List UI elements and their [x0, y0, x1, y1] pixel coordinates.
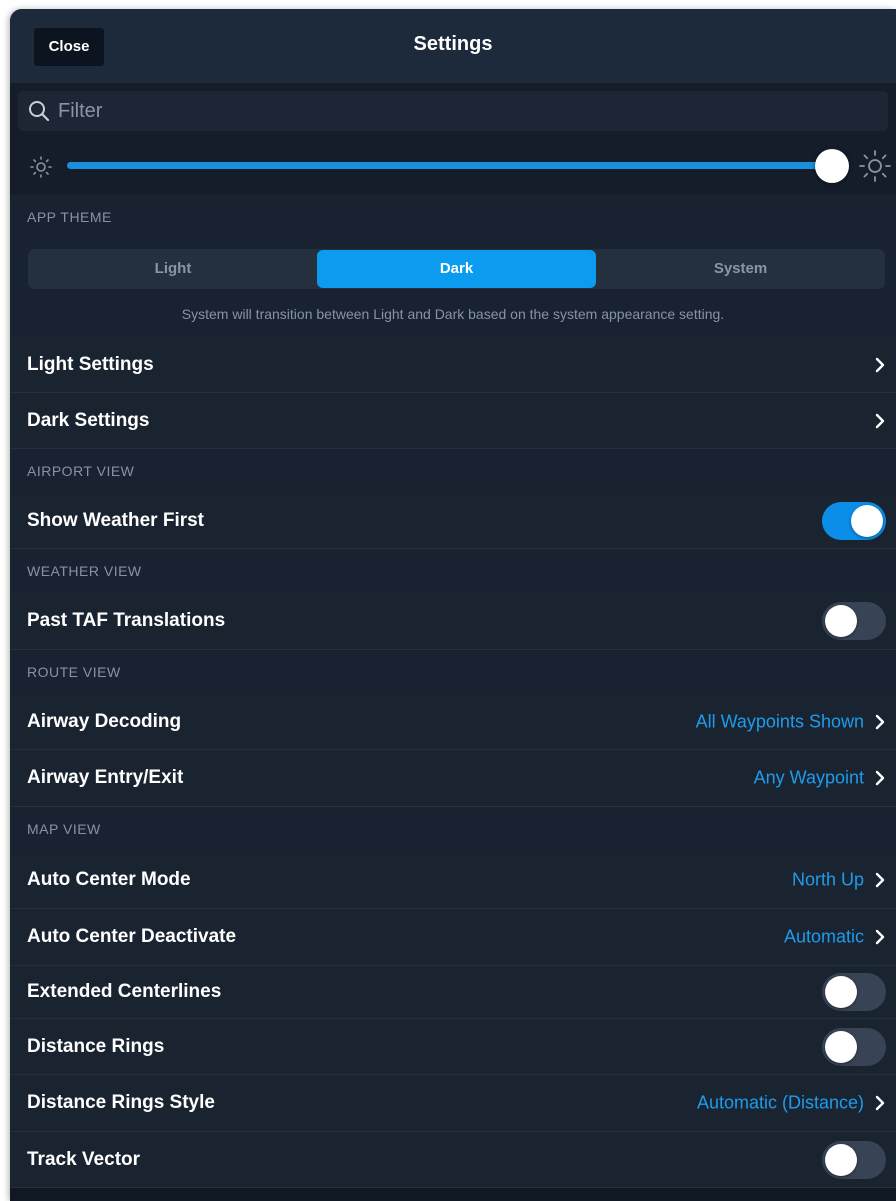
chevron-right-icon	[875, 714, 885, 729]
theme-segmented-control: Light Dark System	[28, 249, 885, 289]
settings-panel: Close Settings AP	[10, 9, 896, 1201]
row-past-taf-translations: Past TAF Translations	[10, 593, 896, 650]
theme-segment-area: Light Dark System	[10, 239, 896, 297]
row-value: All Waypoints Shown	[695, 711, 864, 731]
row-auto-center-mode[interactable]: Auto Center Mode North Up	[10, 851, 896, 909]
row-extended-centerlines: Extended Centerlines	[10, 966, 896, 1019]
section-header-route-view: ROUTE VIEW	[10, 650, 896, 694]
row-value: Automatic	[783, 926, 864, 947]
chevron-right-icon	[875, 770, 885, 786]
search-icon	[29, 101, 50, 122]
row-label: Extended Centerlines	[27, 981, 222, 1002]
row-dark-settings[interactable]: Dark Settings	[10, 393, 896, 449]
row-distance-rings: Distance Rings	[10, 1019, 896, 1075]
chevron-right-icon	[875, 1095, 885, 1111]
distance-rings-toggle[interactable]	[822, 1027, 886, 1066]
chevron-right-icon	[875, 413, 885, 428]
nav-header: Close Settings	[10, 9, 896, 83]
filter-field[interactable]	[18, 91, 888, 131]
row-track-vector: Track Vector	[10, 1132, 896, 1188]
row-label: Airway Decoding	[27, 710, 182, 732]
row-label: Dark Settings	[27, 409, 150, 431]
chevron-right-icon	[875, 929, 885, 945]
track-vector-toggle[interactable]	[822, 1140, 886, 1179]
row-auto-center-deactivate[interactable]: Auto Center Deactivate Automatic	[10, 909, 896, 966]
row-label: Past TAF Translations	[27, 610, 226, 631]
row-label: Distance Rings Style	[27, 1092, 215, 1113]
brightness-slider-thumb[interactable]	[815, 149, 849, 183]
brightness-low-icon	[30, 156, 52, 178]
row-show-weather-first: Show Weather First	[10, 493, 896, 549]
filter-bar	[10, 83, 896, 137]
section-header-app-theme: APP THEME	[10, 195, 896, 239]
toggle-knob	[825, 605, 857, 637]
toggle-knob	[825, 1143, 857, 1176]
theme-option-dark[interactable]: Dark	[317, 250, 596, 288]
row-value: Any Waypoint	[753, 767, 864, 788]
show-weather-first-toggle[interactable]	[822, 501, 886, 540]
page-title: Settings	[413, 33, 493, 55]
brightness-slider[interactable]	[67, 162, 831, 169]
toggle-knob	[825, 976, 857, 1008]
row-value: North Up	[791, 869, 864, 889]
toggle-knob	[825, 1030, 857, 1063]
row-value: Automatic (Distance)	[696, 1092, 864, 1113]
extended-centerlines-toggle[interactable]	[822, 973, 886, 1011]
row-label: Distance Rings	[27, 1035, 165, 1057]
theme-note: System will transition between Light and…	[10, 297, 896, 337]
row-label: Auto Center Deactivate	[27, 926, 237, 947]
brightness-high-icon	[859, 150, 891, 182]
row-label: Light Settings	[27, 353, 154, 375]
theme-option-system[interactable]: System	[596, 249, 885, 289]
section-header-map-view: MAP VIEW	[10, 807, 896, 851]
past-taf-translations-toggle[interactable]	[822, 602, 886, 640]
chevron-right-icon	[875, 872, 885, 887]
row-airway-entry-exit[interactable]: Airway Entry/Exit Any Waypoint	[10, 750, 896, 807]
row-label: Show Weather First	[27, 509, 205, 531]
row-label: Auto Center Mode	[27, 868, 191, 890]
section-header-weather-view: WEATHER VIEW	[10, 549, 896, 593]
theme-option-light[interactable]: Light	[28, 249, 318, 289]
section-header-airport-view: AIRPORT VIEW	[10, 449, 896, 493]
row-label: Airway Entry/Exit	[27, 767, 184, 788]
chevron-right-icon	[875, 357, 885, 372]
row-airway-decoding[interactable]: Airway Decoding All Waypoints Shown	[10, 694, 896, 750]
row-light-settings[interactable]: Light Settings	[10, 337, 896, 393]
row-label: Track Vector	[27, 1148, 141, 1170]
toggle-knob	[851, 504, 883, 537]
filter-input[interactable]	[58, 97, 858, 125]
row-distance-rings-style[interactable]: Distance Rings Style Automatic (Distance…	[10, 1075, 896, 1132]
